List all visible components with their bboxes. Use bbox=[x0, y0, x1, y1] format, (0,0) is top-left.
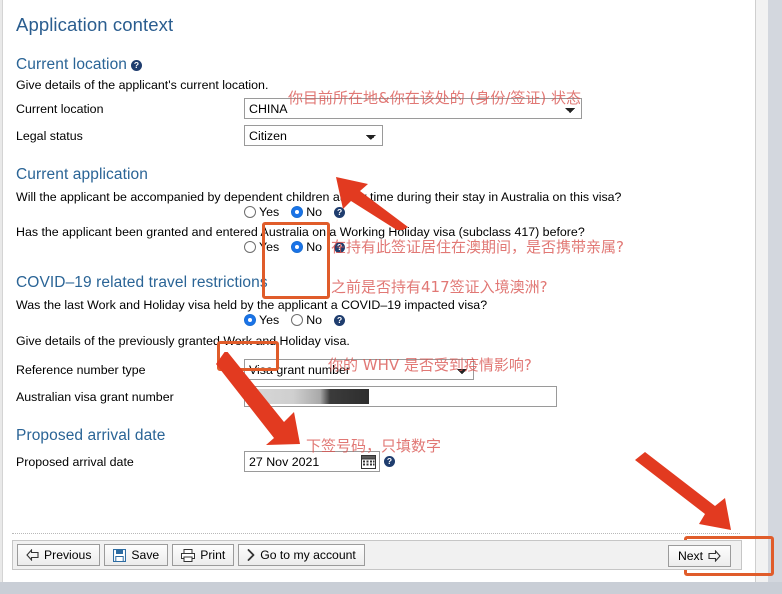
question-dependent-children: Will the applicant be accompanied by dep… bbox=[16, 190, 622, 204]
help-icon[interactable]: ? bbox=[334, 314, 346, 326]
radio-yes-label: Yes bbox=[259, 205, 280, 219]
question-previous-417: Has the applicant been granted and enter… bbox=[16, 225, 585, 239]
radio-option-no[interactable]: No bbox=[291, 313, 326, 327]
field-row-reference-number-type: Reference number type Visa grant number bbox=[16, 359, 748, 380]
current-location-description: Give details of the applicant's current … bbox=[16, 78, 269, 92]
arrow-right-icon bbox=[708, 550, 721, 562]
arrow-left-icon bbox=[26, 549, 39, 561]
window-left-edge bbox=[0, 0, 3, 582]
previous-button-label: Previous bbox=[44, 548, 92, 562]
radio-no-label: No bbox=[306, 313, 323, 327]
reference-number-type-label: Reference number type bbox=[16, 362, 146, 377]
radio-group-dependent-children: Yes No ? bbox=[244, 205, 748, 219]
save-button-label: Save bbox=[131, 548, 160, 562]
go-to-my-account-button-label: Go to my account bbox=[260, 548, 356, 562]
radio-option-yes[interactable]: Yes bbox=[244, 205, 283, 219]
radio-group-previous-417: Yes No ? bbox=[244, 240, 748, 254]
radio-yes-label: Yes bbox=[259, 240, 280, 254]
section-heading-current-location: Current location? bbox=[16, 56, 748, 74]
radio-no-icon[interactable] bbox=[291, 314, 304, 326]
field-row-proposed-arrival-date: Proposed arrival date ? bbox=[16, 451, 748, 472]
question-covid-impacted: Was the last Work and Holiday visa held … bbox=[16, 298, 488, 312]
section-heading-covid: COVID–19 related travel restrictions bbox=[16, 274, 268, 291]
legal-status-label: Legal status bbox=[16, 128, 83, 143]
radio-yes-label: Yes bbox=[259, 313, 280, 327]
current-location-select[interactable]: CHINA bbox=[244, 98, 582, 119]
radio-option-yes[interactable]: Yes bbox=[244, 240, 283, 254]
print-button[interactable]: Print bbox=[172, 544, 235, 566]
radio-no-icon[interactable] bbox=[291, 241, 304, 253]
go-to-my-account-button[interactable]: Go to my account bbox=[238, 544, 365, 566]
window-right-gutter bbox=[755, 0, 768, 582]
radio-no-label: No bbox=[306, 205, 323, 219]
field-row-current-location: Current location CHINA bbox=[16, 98, 748, 119]
radio-group-covid-impacted: Yes No ? bbox=[244, 313, 748, 327]
proposed-arrival-date-wrap: ? bbox=[244, 451, 395, 472]
application-form-page: Application context Current location? Gi… bbox=[0, 0, 782, 594]
current-location-label: Current location bbox=[16, 101, 104, 116]
radio-option-no[interactable]: No bbox=[291, 205, 326, 219]
previous-button[interactable]: Previous bbox=[17, 544, 101, 566]
radio-option-yes[interactable]: Yes bbox=[244, 313, 283, 327]
radio-option-no[interactable]: No bbox=[291, 240, 326, 254]
redaction-overlay bbox=[247, 389, 369, 404]
next-button-label: Next bbox=[677, 549, 703, 563]
radio-yes-icon[interactable] bbox=[244, 206, 256, 218]
section-heading-current-location-label: Current location bbox=[16, 56, 128, 73]
section-heading-current-application: Current application bbox=[16, 166, 148, 183]
legal-status-select[interactable]: Citizen bbox=[244, 125, 383, 146]
reference-number-type-select[interactable]: Visa grant number bbox=[244, 359, 474, 380]
printer-icon bbox=[181, 548, 196, 562]
covid-description: Give details of the previously granted W… bbox=[16, 334, 350, 348]
calendar-icon[interactable] bbox=[361, 454, 376, 469]
radio-yes-icon[interactable] bbox=[244, 314, 256, 326]
chevron-right-icon bbox=[247, 549, 255, 561]
floppy-disk-icon bbox=[113, 548, 127, 562]
print-button-label: Print bbox=[200, 548, 226, 562]
help-icon[interactable]: ? bbox=[384, 456, 395, 467]
help-icon[interactable]: ? bbox=[131, 60, 143, 71]
form-toolbar: Previous Save Print Go to my account Nex… bbox=[12, 540, 742, 570]
window-bottom-bar bbox=[0, 582, 782, 594]
visa-grant-number-wrap bbox=[244, 386, 557, 407]
next-button[interactable]: Next bbox=[667, 545, 731, 567]
radio-yes-icon[interactable] bbox=[244, 241, 256, 253]
field-row-legal-status: Legal status Citizen bbox=[16, 125, 748, 146]
proposed-arrival-date-label: Proposed arrival date bbox=[16, 454, 134, 469]
section-heading-proposed-arrival-date: Proposed arrival date bbox=[16, 427, 166, 444]
help-icon[interactable]: ? bbox=[334, 241, 346, 253]
toolbar-divider bbox=[12, 533, 740, 534]
field-row-visa-grant-number: Australian visa grant number bbox=[16, 386, 748, 407]
form-content: Application context Current location? Gi… bbox=[4, 0, 756, 582]
page-title: Application context bbox=[16, 14, 174, 35]
radio-no-icon[interactable] bbox=[291, 206, 304, 218]
window-scrollbar[interactable] bbox=[768, 0, 782, 582]
visa-grant-number-label: Australian visa grant number bbox=[16, 389, 174, 404]
proposed-arrival-date-input[interactable] bbox=[244, 451, 380, 472]
save-button[interactable]: Save bbox=[104, 544, 169, 566]
help-icon[interactable]: ? bbox=[334, 206, 346, 218]
radio-no-label: No bbox=[306, 240, 323, 254]
